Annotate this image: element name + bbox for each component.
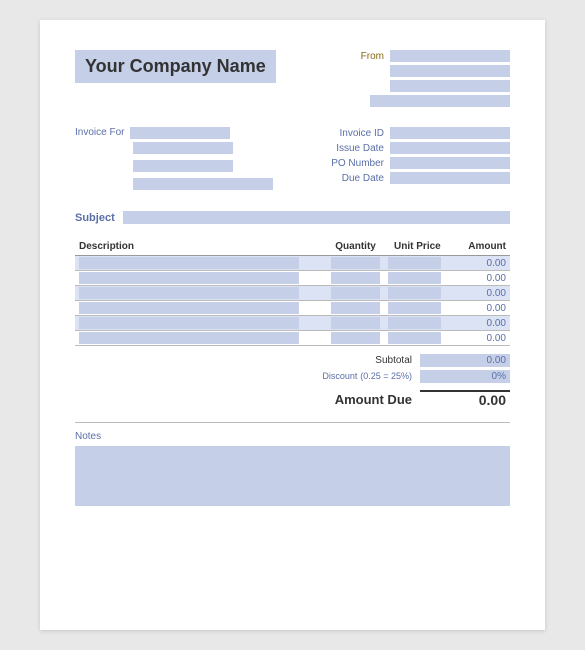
po-number-field[interactable]	[390, 157, 510, 169]
client-name-field[interactable]	[130, 127, 230, 139]
invoice-page: Your Company Name From Invoice For	[40, 20, 545, 630]
notes-label: Notes	[75, 431, 510, 442]
row6-qty[interactable]	[331, 332, 380, 344]
row3-price[interactable]	[388, 287, 441, 299]
discount-value[interactable]: 0%	[420, 370, 510, 383]
notes-field[interactable]	[75, 446, 510, 506]
po-number-label: PO Number	[314, 158, 384, 169]
row6-price[interactable]	[388, 332, 441, 344]
amount-due-label: Amount Due	[312, 392, 412, 407]
invoice-id-field[interactable]	[390, 127, 510, 139]
col-amount: Amount	[445, 238, 510, 256]
row2-desc[interactable]	[79, 272, 299, 284]
discount-note: (0.25 = 25%)	[360, 371, 412, 381]
client-address1-field[interactable]	[133, 142, 233, 154]
client-city-field[interactable]	[133, 178, 273, 190]
row1-amount[interactable]: 0.00	[445, 256, 510, 271]
discount-row: Discount (0.25 = 25%) 0%	[312, 370, 510, 383]
row5-qty[interactable]	[331, 317, 380, 329]
row1-price[interactable]	[388, 257, 441, 269]
row4-desc[interactable]	[79, 302, 299, 314]
issue-date-label: Issue Date	[314, 143, 384, 154]
row5-amount[interactable]: 0.00	[445, 316, 510, 331]
from-city-field[interactable]	[370, 95, 510, 107]
subtotal-value[interactable]: 0.00	[420, 354, 510, 367]
totals-section: Subtotal 0.00 Discount (0.25 = 25%) 0% A…	[75, 354, 510, 408]
row2-amount[interactable]: 0.00	[445, 271, 510, 286]
issue-date-field[interactable]	[390, 142, 510, 154]
bill-invoice-section: Invoice For Invoice ID Issue Date PO Num…	[75, 127, 510, 193]
discount-label: Discount (0.25 = 25%)	[312, 371, 412, 382]
row3-amount[interactable]: 0.00	[445, 286, 510, 301]
amount-due-value: 0.00	[420, 390, 510, 408]
header-section: Your Company Name From	[75, 50, 510, 107]
bill-to-section: Invoice For	[75, 127, 273, 193]
notes-section: Notes	[75, 422, 510, 506]
table-row: 0.00	[75, 286, 510, 301]
invoice-info-section: Invoice ID Issue Date PO Number Due Date	[314, 127, 510, 193]
table-row: 0.00	[75, 331, 510, 346]
from-section: From	[361, 50, 510, 107]
col-unit-price: Unit Price	[384, 238, 445, 256]
invoice-table: Description Quantity Unit Price Amount 0…	[75, 238, 510, 346]
row5-desc[interactable]	[79, 317, 299, 329]
row3-qty[interactable]	[331, 287, 380, 299]
due-date-field[interactable]	[390, 172, 510, 184]
client-address2-field[interactable]	[133, 160, 233, 172]
row3-desc[interactable]	[79, 287, 299, 299]
table-row: 0.00	[75, 271, 510, 286]
invoice-id-label: Invoice ID	[314, 128, 384, 139]
table-row: 0.00	[75, 256, 510, 271]
amount-due-row: Amount Due 0.00	[312, 390, 510, 408]
from-label: From	[361, 51, 384, 62]
row1-desc[interactable]	[79, 257, 299, 269]
row5-price[interactable]	[388, 317, 441, 329]
row4-amount[interactable]: 0.00	[445, 301, 510, 316]
company-name[interactable]: Your Company Name	[75, 50, 276, 83]
col-description: Description	[75, 238, 327, 256]
row2-qty[interactable]	[331, 272, 380, 284]
subject-row: Subject	[75, 211, 510, 224]
from-address1-field[interactable]	[390, 65, 510, 77]
row4-qty[interactable]	[331, 302, 380, 314]
invoice-for-label: Invoice For	[75, 127, 124, 138]
row6-desc[interactable]	[79, 332, 299, 344]
table-row: 0.00	[75, 301, 510, 316]
subtotal-row: Subtotal 0.00	[312, 354, 510, 367]
table-row: 0.00	[75, 316, 510, 331]
row1-qty[interactable]	[331, 257, 380, 269]
col-quantity: Quantity	[327, 238, 384, 256]
from-address2-field[interactable]	[390, 80, 510, 92]
row4-price[interactable]	[388, 302, 441, 314]
due-date-label: Due Date	[314, 173, 384, 184]
row2-price[interactable]	[388, 272, 441, 284]
from-name-field[interactable]	[390, 50, 510, 62]
subject-label: Subject	[75, 212, 115, 224]
subtotal-label: Subtotal	[312, 355, 412, 366]
subject-field[interactable]	[123, 211, 510, 224]
row6-amount[interactable]: 0.00	[445, 331, 510, 346]
